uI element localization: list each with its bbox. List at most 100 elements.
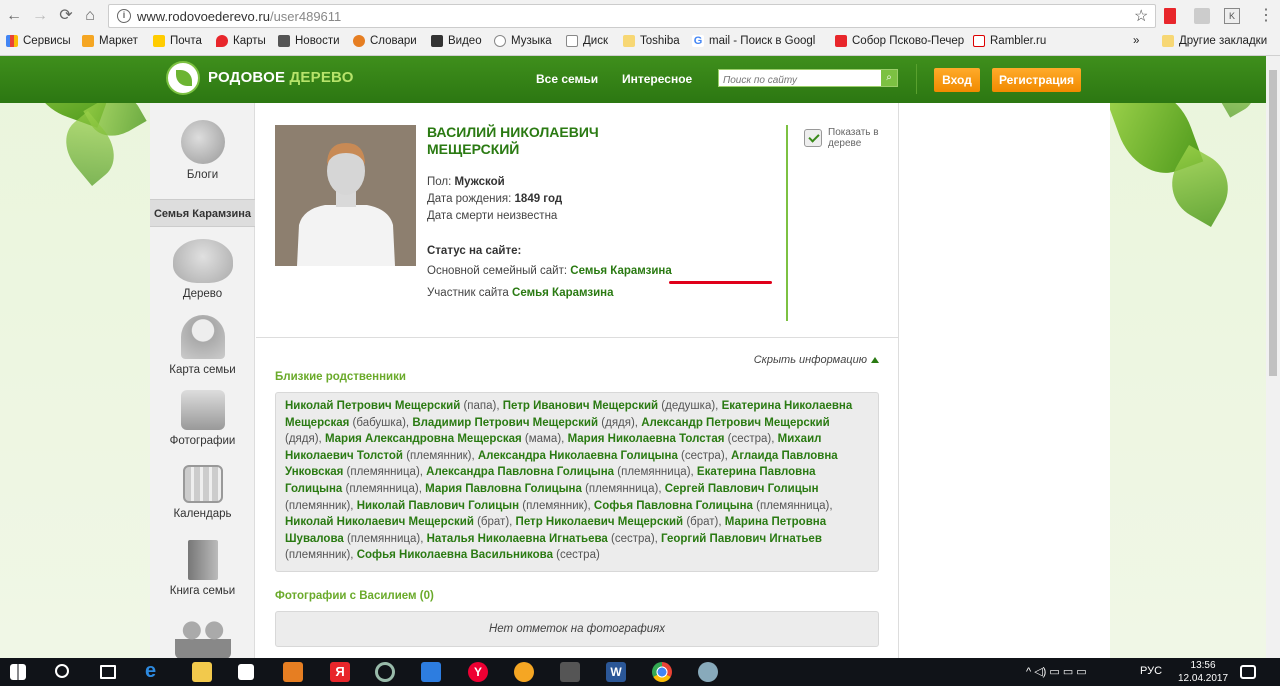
bookmark-sobor[interactable]: Собор Псково-Печер <box>835 35 964 47</box>
bookmark-news[interactable]: Новости <box>278 35 340 47</box>
bookmark-services[interactable]: Сервисы <box>6 35 71 47</box>
relative-link[interactable]: Николай Петрович Мещерский <box>285 400 460 412</box>
windows-start-icon[interactable] <box>10 664 26 680</box>
relative-link[interactable]: Николай Павлович Голицын <box>357 500 519 512</box>
menu-icon[interactable]: ⋮ <box>1256 6 1276 26</box>
url-text[interactable]: www.rodovoederevo.ru/user489611 <box>137 9 341 24</box>
extension-k-icon[interactable]: K <box>1224 8 1240 24</box>
bookmark-other[interactable]: Другие закладки <box>1162 35 1267 47</box>
relative-link[interactable]: Софья Николаевна Васильникова <box>357 549 553 561</box>
back-icon[interactable]: ← <box>4 6 24 26</box>
relative-link[interactable]: Александра Павловна Голицына <box>426 466 614 478</box>
nav-all-families[interactable]: Все семьи <box>536 72 598 86</box>
media-player-icon[interactable] <box>283 662 303 682</box>
extension-gray-icon[interactable] <box>1194 8 1210 24</box>
app-circle-icon[interactable] <box>375 662 395 682</box>
forward-icon[interactable]: → <box>30 6 50 26</box>
relative-link[interactable]: Сергей Павлович Голицын <box>665 483 819 495</box>
sidebar-item-people[interactable] <box>150 615 255 658</box>
sidebar-item-label: Книга семьи <box>169 585 236 597</box>
bookmark-disk[interactable]: Диск <box>566 35 608 47</box>
yandex-browser-icon[interactable]: Я <box>330 662 350 682</box>
sidebar-item-map[interactable]: Карта семьи <box>150 315 255 376</box>
bookmark-mail[interactable]: Почта <box>153 35 202 47</box>
language-indicator[interactable]: РУС <box>1140 665 1162 677</box>
google-icon: G <box>692 35 704 47</box>
sidebar-item-tree[interactable]: Дерево <box>150 239 255 300</box>
relative-link[interactable]: Александра Николаевна Голицына <box>478 450 678 462</box>
sidebar-item-calendar[interactable]: Календарь <box>150 465 255 520</box>
home-icon[interactable]: ⌂ <box>80 6 100 26</box>
bookmark-video[interactable]: Видео <box>431 35 482 47</box>
yandex-y-icon[interactable]: Y <box>468 662 488 682</box>
profile-divider <box>786 125 788 321</box>
address-bar[interactable]: i www.rodovoederevo.ru/user489611 <box>108 4 1156 28</box>
profile-main: ВАСИЛИЙ НИКОЛАЕВИЧ МЕЩЕРСКИЙ Пол: Мужско… <box>256 103 899 658</box>
clock[interactable]: 13:56 12.04.2017 <box>1178 659 1228 685</box>
logo-icon[interactable] <box>166 61 200 95</box>
relative-link[interactable]: Софья Павловна Голицына <box>594 500 753 512</box>
explorer-folder-icon[interactable] <box>192 662 212 682</box>
sidebar-item-blogs[interactable]: Блоги <box>150 120 255 181</box>
app-paint-icon[interactable] <box>698 662 718 682</box>
bookmark-maps[interactable]: Карты <box>216 35 266 47</box>
nav-interesting[interactable]: Интересное <box>622 72 692 86</box>
checkbox-icon[interactable] <box>804 129 822 147</box>
relative-link[interactable]: Петр Иванович Мещерский <box>503 400 658 412</box>
mail-app-icon[interactable] <box>421 662 441 682</box>
info-icon[interactable]: i <box>117 9 131 23</box>
relative-link[interactable]: Георгий Павлович Игнатьев <box>661 533 822 545</box>
relative-link[interactable]: Мария Николаевна Толстая <box>568 433 725 445</box>
app-orange-icon[interactable] <box>514 662 534 682</box>
bookmark-dictionaries[interactable]: Словари <box>353 35 417 47</box>
yandex-icon <box>835 35 847 47</box>
scrollbar[interactable] <box>1266 56 1280 658</box>
hide-info-link[interactable]: Скрыть информацию <box>754 354 879 366</box>
scrollbar-thumb[interactable] <box>1269 70 1277 376</box>
word-icon[interactable]: W <box>606 662 626 682</box>
bookmark-google-mail[interactable]: Gmail - Поиск в Googl <box>692 35 815 47</box>
bookmark-toshiba[interactable]: Toshiba <box>623 35 680 47</box>
chrome-icon[interactable] <box>652 662 672 682</box>
tray-icons[interactable]: ^ ◁) ▭ ▭ ▭ <box>1026 665 1087 678</box>
edge-icon[interactable]: e <box>145 661 165 682</box>
profile-photo <box>275 125 416 266</box>
search-icon[interactable] <box>55 664 69 678</box>
relative-link[interactable]: Наталья Николаевна Игнатьева <box>427 533 608 545</box>
register-button[interactable]: Регистрация <box>992 68 1081 92</box>
relatives-list: Николай Петрович Мещерский (папа), Петр … <box>275 392 879 572</box>
sidebar-family-tab[interactable]: Семья Карамзина <box>150 199 255 227</box>
relation-label: (племянница), <box>614 466 697 479</box>
relative-link[interactable]: Мария Павловна Голицына <box>425 483 582 495</box>
relative-link[interactable]: Николай Николаевич Мещерский <box>285 516 474 528</box>
relative-link[interactable]: Владимир Петрович Мещерский <box>412 417 598 429</box>
store-icon[interactable] <box>238 664 254 680</box>
relative-link[interactable]: Петр Николаевич Мещерский <box>516 516 684 528</box>
triangle-up-icon <box>871 357 879 363</box>
main-site-link[interactable]: Семья Карамзина <box>570 265 672 277</box>
app-gray-icon[interactable] <box>560 662 580 682</box>
sidebar-item-book[interactable]: Книга семьи <box>150 540 255 597</box>
search-input[interactable] <box>719 72 879 89</box>
bookmark-market[interactable]: Маркет <box>82 35 138 47</box>
relative-link[interactable]: Мария Александровна Мещерская <box>325 433 522 445</box>
login-button[interactable]: Вход <box>934 68 980 92</box>
relation-label: (племянница), <box>342 482 426 495</box>
sidebar-item-photos[interactable]: Фотографии <box>150 390 255 447</box>
bookmark-music[interactable]: Музыка <box>494 35 552 47</box>
logo-text[interactable]: РОДОВОЕ ДЕРЕВО <box>208 69 354 86</box>
reload-icon[interactable]: ⟳ <box>56 6 76 26</box>
notifications-icon[interactable] <box>1240 665 1256 679</box>
photos-section-title[interactable]: Фотографии с Василием (0) <box>275 590 434 602</box>
clock-time: 13:56 <box>1190 660 1216 671</box>
bookmarks-overflow[interactable]: » <box>1133 35 1139 47</box>
search-icon[interactable]: ⌕ <box>881 70 897 86</box>
relation-label: (сестра), <box>677 449 732 462</box>
no-photos-message: Нет отметок на фотографиях <box>275 611 879 647</box>
task-view-icon[interactable] <box>100 665 116 679</box>
relative-link[interactable]: Александр Петрович Мещерский <box>641 417 829 429</box>
member-site-link[interactable]: Семья Карамзина <box>512 287 614 299</box>
bookmark-rambler[interactable]: Rambler.ru <box>973 35 1046 47</box>
bookmark-star-icon[interactable]: ☆ <box>1134 6 1148 26</box>
extension-flag-icon[interactable] <box>1164 8 1176 24</box>
